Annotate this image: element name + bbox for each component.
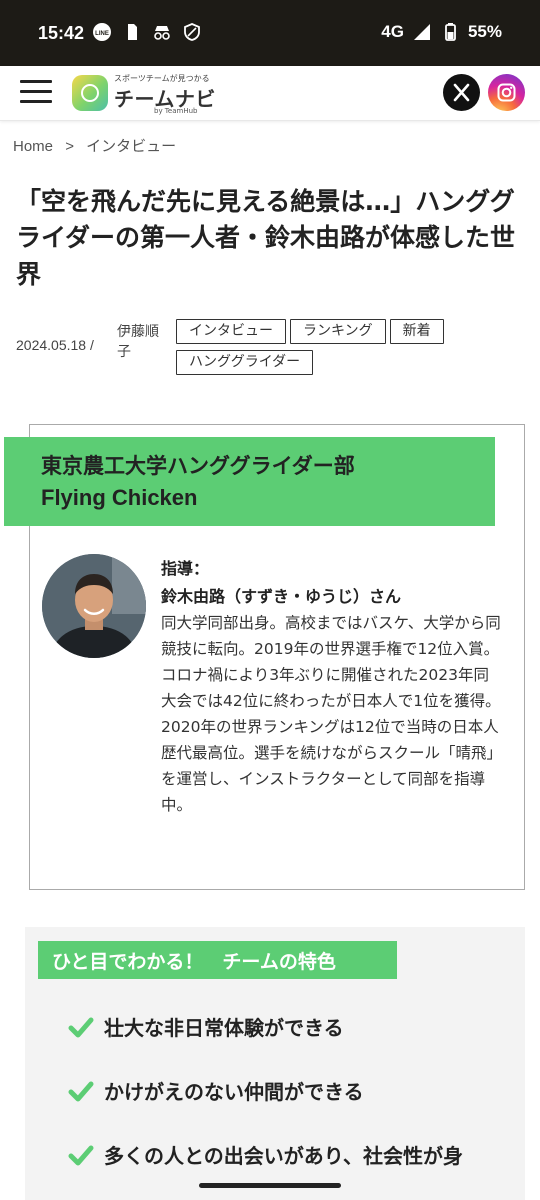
check-icon <box>68 1145 94 1165</box>
status-icons-right: 4G 55% <box>381 22 502 42</box>
site-header: スポーツチームが見つかる チームナビ by TeamHub <box>0 66 540 121</box>
battery-icon <box>445 23 456 41</box>
coach-bio: 同大学同部出身。高校まではバスケ、大学から同競技に転向。2019年の世界選手権で… <box>161 614 501 815</box>
article-date: 2024.05.18 / <box>16 337 94 353</box>
breadcrumb-home[interactable]: Home <box>13 138 53 155</box>
breadcrumb-separator: > <box>65 138 74 155</box>
hamburger-menu-icon[interactable] <box>20 80 52 104</box>
feature-text: 多くの人との出会いがあり、社会性が身 <box>104 1144 463 1168</box>
tag-new[interactable]: 新着 <box>389 319 444 344</box>
feature-item: 多くの人との出会いがあり、社会性が身 <box>68 1140 463 1169</box>
team-banner: 東京農工大学ハンググライダー部 Flying Chicken <box>4 437 495 526</box>
shield-icon <box>184 23 200 41</box>
x-icon[interactable] <box>443 74 480 111</box>
team-nickname: Flying Chicken <box>41 484 198 510</box>
signal-icon <box>413 24 430 40</box>
page-title: 「空を飛んだ先に見える絶景は…」ハンググライダーの第一人者・鈴木由路が体感した世… <box>16 187 516 289</box>
logo-by: by TeamHub <box>154 107 198 115</box>
sim-card-icon <box>128 24 137 40</box>
status-bar: 15:42 LINE 4G 55% <box>0 0 540 66</box>
features-heading: ひと目でわかる！ チームの特色 <box>38 941 397 979</box>
tag-list: インタビュー ランキング 新着 ハンググライダー <box>176 319 476 375</box>
avatar <box>42 554 146 658</box>
feature-text: 壮大な非日常体験ができる <box>104 1016 344 1040</box>
coach-name: 鈴木由路（すずき・ゆうじ）さん <box>161 587 402 606</box>
tag-hang-glider[interactable]: ハンググライダー <box>176 349 314 375</box>
check-icon <box>68 1081 94 1101</box>
site-logo[interactable]: スポーツチームが見つかる チームナビ by TeamHub <box>72 71 232 115</box>
breadcrumb-current[interactable]: インタビュー <box>86 138 176 155</box>
svg-text:LINE: LINE <box>95 31 109 37</box>
article-author[interactable]: 伊藤順子 <box>117 322 169 363</box>
line-icon: LINE <box>93 23 111 41</box>
tag-ranking[interactable]: ランキング <box>290 319 386 344</box>
tag-interview[interactable]: インタビュー <box>176 319 286 344</box>
battery-percent: 55% <box>467 22 502 41</box>
coach-label: 指導： <box>161 559 210 578</box>
logo-mark-icon <box>72 75 108 111</box>
instagram-icon[interactable] <box>488 74 525 111</box>
feature-item: かけがえのない仲間ができる <box>68 1076 364 1105</box>
breadcrumb: Home > インタビュー <box>13 135 184 156</box>
incognito-icon <box>154 26 170 40</box>
team-name: 東京農工大学ハンググライダー部 <box>41 454 355 478</box>
network-type: 4G <box>381 22 404 41</box>
check-icon <box>68 1017 94 1037</box>
gesture-nav-bar[interactable] <box>199 1183 341 1188</box>
status-time: 15:42 <box>38 23 85 43</box>
feature-text: かけがえのない仲間ができる <box>104 1080 364 1104</box>
feature-item: 壮大な非日常体験ができる <box>68 1012 344 1041</box>
status-icons-left: LINE <box>92 22 202 42</box>
